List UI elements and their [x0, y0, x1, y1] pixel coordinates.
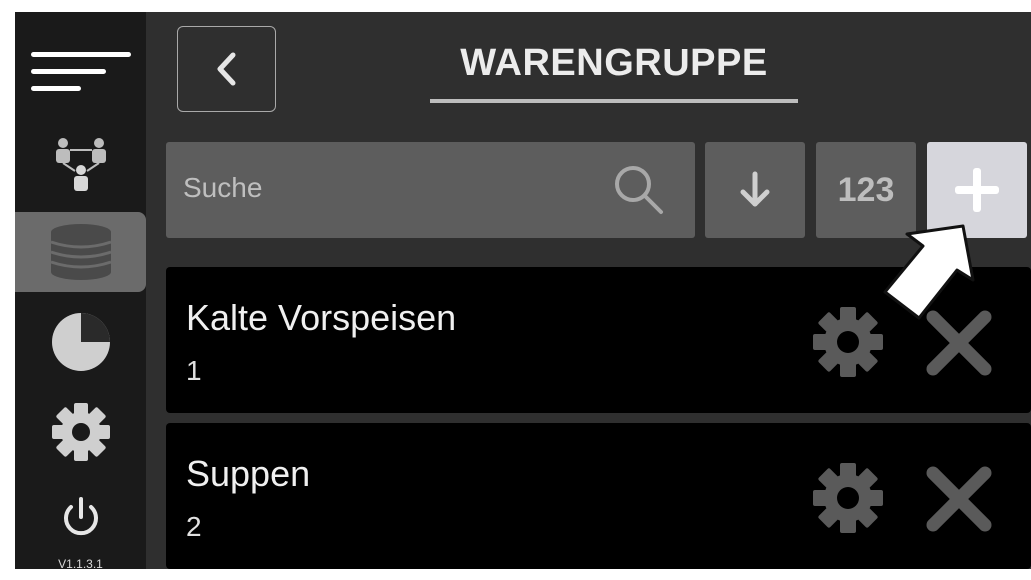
group-name: Suppen: [186, 453, 311, 494]
power-icon: [63, 497, 98, 536]
close-icon[interactable]: [923, 463, 995, 535]
numeric-label: 123: [837, 170, 895, 209]
gear-icon[interactable]: [811, 461, 885, 535]
list-item[interactable]: Suppen 2: [166, 423, 1031, 569]
group-number: 1: [186, 355, 202, 386]
menu-button[interactable]: [15, 42, 146, 102]
users-hierarchy-icon: [55, 138, 106, 191]
sort-button[interactable]: [705, 142, 805, 238]
group-name: Kalte Vorspeisen: [186, 297, 457, 338]
search-input[interactable]: Suche: [166, 142, 695, 238]
plus-icon: [955, 168, 999, 212]
version-label: V1.1.3.1: [58, 557, 103, 569]
chevron-left-icon: [217, 52, 235, 86]
search-icon[interactable]: [611, 162, 667, 218]
sidebar: V1.1.3.1: [15, 12, 146, 569]
gear-icon: [51, 403, 110, 461]
search-placeholder: Suche: [183, 172, 263, 203]
hamburger-menu-icon: [30, 52, 131, 91]
arrow-down-icon: [740, 171, 770, 207]
pie-chart-icon: [51, 313, 110, 371]
database-icon: [50, 224, 111, 280]
back-button[interactable]: [177, 26, 276, 112]
app-frame: V1.1.3.1 WARENGRUPPE Suche 123 Kalte Vor…: [15, 12, 1031, 569]
sidebar-item-power[interactable]: [15, 487, 146, 547]
gear-icon[interactable]: [811, 305, 885, 379]
title-underline: [430, 99, 798, 103]
group-number: 2: [186, 511, 202, 542]
sidebar-item-statistics[interactable]: [15, 307, 146, 377]
pointer-arrow-icon: [883, 224, 975, 320]
sidebar-item-database[interactable]: [15, 212, 146, 292]
sidebar-item-settings[interactable]: [15, 397, 146, 467]
sidebar-item-users[interactable]: [15, 130, 146, 200]
page-title: WARENGRUPPE: [460, 42, 768, 84]
